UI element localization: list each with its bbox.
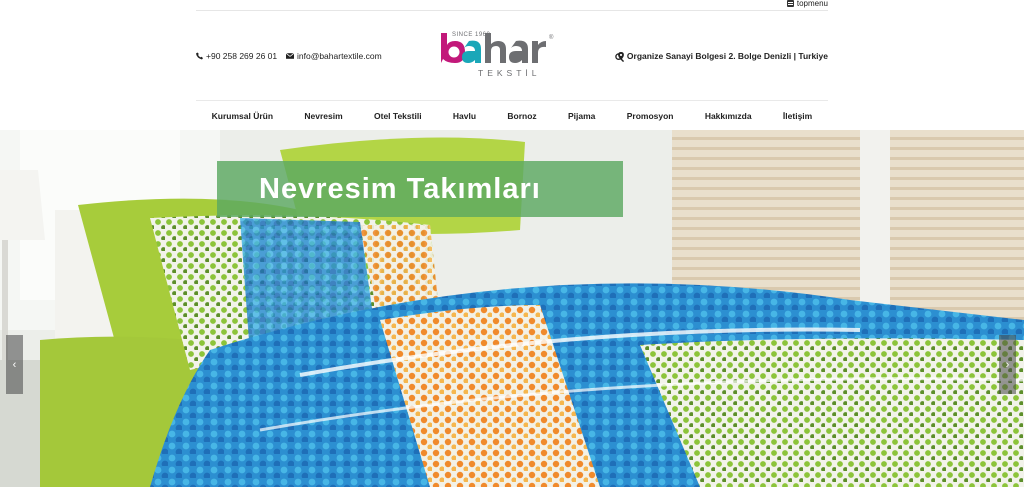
logo-registered: ® <box>549 34 554 41</box>
logo-graphic: SINCE 1960 ® TEKSTİL <box>441 32 554 78</box>
hero-caption: Nevresim Takımları <box>217 161 623 217</box>
nav-item-kurumsal-urun[interactable]: Kurumsal Ürün <box>212 111 273 121</box>
phone-number: +90 258 269 26 01 <box>206 51 278 61</box>
nav-item-havlu[interactable]: Havlu <box>453 111 476 121</box>
header: +90 258 269 26 01 info@bahartextile.com … <box>196 11 828 100</box>
phone-contact[interactable]: +90 258 269 26 01 <box>196 51 277 61</box>
slider-prev-button[interactable]: ‹ <box>6 335 23 394</box>
hero-slider: Nevresim Takımları ‹ › <box>0 130 1024 487</box>
menu-icon <box>786 0 794 7</box>
chevron-right-icon: › <box>1005 358 1010 371</box>
chevron-left-icon: ‹ <box>12 358 17 371</box>
main-nav: Kurumsal Ürün Nevresim Otel Tekstili Hav… <box>196 100 828 130</box>
address-text: Organize Sanayi Bolgesi 2. Bolge Denizli… <box>626 51 828 61</box>
address-contact: Organize Sanayi Bolgesi 2. Bolge Denizli… <box>617 51 828 61</box>
nav-item-promosyon[interactable]: Promosyon <box>627 111 674 121</box>
envelope-icon <box>286 53 294 59</box>
map-marker-icon <box>617 52 624 60</box>
nav-item-pijama[interactable]: Pijama <box>568 111 595 121</box>
bahar-logo[interactable]: SINCE 1960 ® TEKSTİL <box>436 29 586 85</box>
nav-item-nevresim[interactable]: Nevresim <box>304 111 342 121</box>
phone-icon <box>196 52 203 60</box>
logo-since: SINCE 1960 <box>452 32 491 38</box>
nav-item-hakkimizda[interactable]: Hakkımızda <box>705 111 752 121</box>
nav-item-otel-tekstili[interactable]: Otel Tekstili <box>374 111 422 121</box>
hero-caption-text: Nevresim Takımları <box>259 172 541 205</box>
nav-item-iletisim[interactable]: İletişim <box>783 111 812 121</box>
logo-sub: TEKSTİL <box>478 68 540 78</box>
email-contact[interactable]: info@bahartextile.com <box>286 51 382 61</box>
email-address: info@bahartextile.com <box>297 51 382 61</box>
nav-item-bornoz[interactable]: Bornoz <box>507 111 536 121</box>
slider-next-button[interactable]: › <box>999 335 1016 394</box>
topmenu-link[interactable]: topmenu <box>786 0 828 8</box>
top-bar: topmenu <box>196 0 828 11</box>
topmenu-label: topmenu <box>796 0 828 8</box>
